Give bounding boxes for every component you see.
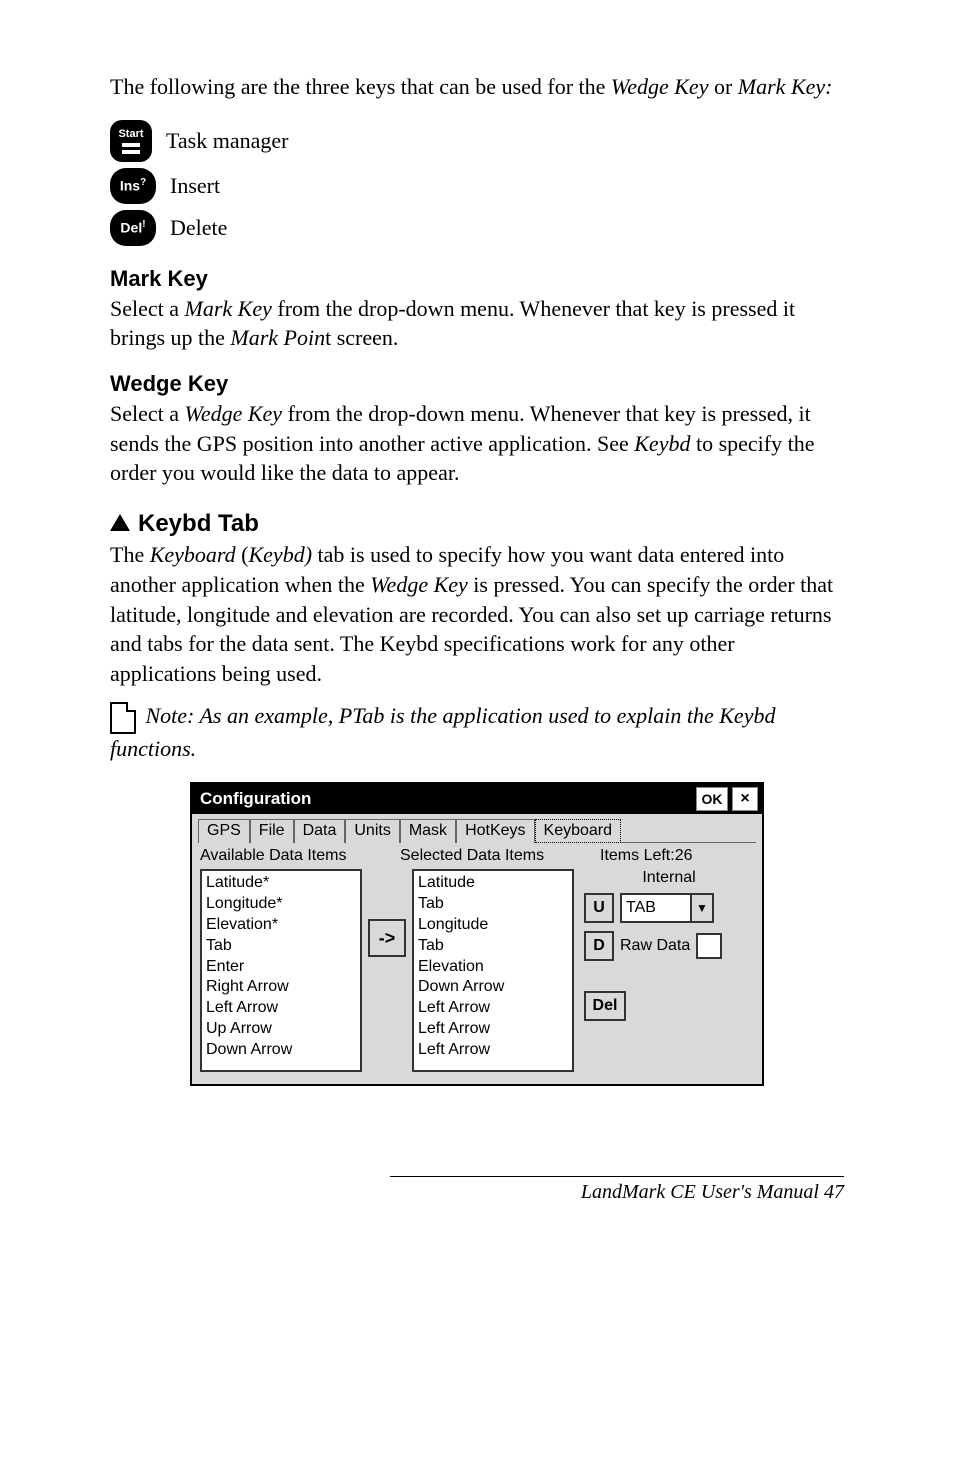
header-itemsleft: Items Left:26: [600, 847, 754, 865]
list-item[interactable]: Longitude: [418, 915, 568, 936]
note-paragraph: Note: As an example, PTab is the applica…: [110, 701, 844, 765]
start-key-label: Start: [118, 128, 143, 140]
combo-value: TAB: [622, 895, 690, 921]
tab-keyboard[interactable]: Keyboard: [535, 819, 622, 843]
tab-strip: GPS File Data Units Mask HotKeys Keyboar…: [192, 814, 762, 842]
list-item[interactable]: Left Arrow: [418, 1019, 568, 1040]
ok-button[interactable]: OK: [696, 787, 728, 811]
task-manager-label: Task manager: [166, 128, 288, 154]
intro-text: The following are the three keys that ca…: [110, 74, 611, 99]
list-item[interactable]: Elevation: [418, 957, 568, 978]
keybd-tab-heading: Keybd Tab: [110, 510, 844, 538]
list-item[interactable]: Tab: [206, 936, 356, 957]
delete-label: Delete: [170, 215, 227, 241]
list-item[interactable]: Elevation*: [206, 915, 356, 936]
titlebar: Configuration OK ×: [192, 784, 762, 814]
ins-key-icon: Ins?: [110, 168, 156, 204]
keybd-tab-paragraph: The Keyboard (Keybd) tab is used to spec…: [110, 540, 844, 688]
insert-label: Insert: [170, 173, 220, 199]
list-item[interactable]: Enter: [206, 957, 356, 978]
header-available: Available Data Items: [200, 847, 400, 865]
raw-data-label: Raw Data: [620, 937, 690, 955]
configuration-window: Configuration OK × GPS File Data Units M…: [190, 782, 764, 1086]
right-panel: Internal U TAB ▼ D Raw Data Del: [580, 869, 754, 1072]
key-item-ins: Ins? Insert: [110, 168, 844, 204]
tab-file[interactable]: File: [250, 819, 294, 843]
header-selected: Selected Data Items: [400, 847, 600, 865]
d-button[interactable]: D: [584, 931, 614, 961]
wedge-key-paragraph: Select a Wedge Key from the drop-down me…: [110, 399, 844, 488]
key-item-del: Del! Delete: [110, 210, 844, 246]
list-item[interactable]: Down Arrow: [418, 977, 568, 998]
list-item[interactable]: Latitude*: [206, 873, 356, 894]
list-item[interactable]: Up Arrow: [206, 1019, 356, 1040]
task-manager-icon: [121, 142, 141, 156]
raw-data-checkbox[interactable]: [696, 933, 722, 959]
intro-paragraph: The following are the three keys that ca…: [110, 72, 844, 102]
mark-key-heading: Mark Key: [110, 266, 844, 292]
key-item-start: Start Task manager: [110, 120, 844, 162]
tab-units[interactable]: Units: [345, 819, 399, 843]
u-button[interactable]: U: [584, 893, 614, 923]
note-text: Note: As an example, PTab is the applica…: [110, 703, 775, 761]
note-icon: [110, 702, 136, 734]
chevron-down-icon[interactable]: ▼: [690, 895, 712, 921]
intro-mark: Mark Key:: [738, 74, 833, 99]
list-item[interactable]: Left Arrow: [206, 998, 356, 1019]
list-item[interactable]: Tab: [418, 936, 568, 957]
mark-key-paragraph: Select a Mark Key from the drop-down men…: [110, 294, 844, 353]
tab-gps[interactable]: GPS: [198, 819, 250, 843]
start-key-icon: Start: [110, 120, 152, 162]
list-item[interactable]: Longitude*: [206, 894, 356, 915]
tab-hotkeys[interactable]: HotKeys: [456, 819, 534, 843]
available-listbox[interactable]: Latitude* Longitude* Elevation* Tab Ente…: [200, 869, 362, 1072]
del-key-icon: Del!: [110, 210, 156, 246]
window-title: Configuration: [196, 789, 692, 809]
list-item[interactable]: Tab: [418, 894, 568, 915]
list-item[interactable]: Latitude: [418, 873, 568, 894]
list-item[interactable]: Left Arrow: [418, 998, 568, 1019]
list-item[interactable]: Right Arrow: [206, 977, 356, 998]
triangle-icon: [110, 514, 130, 531]
key-icon-list: Start Task manager Ins? Insert Del! Dele…: [110, 120, 844, 246]
page-footer: LandMark CE User's Manual 47: [390, 1176, 844, 1204]
tab-data[interactable]: Data: [294, 819, 346, 843]
tab-combo[interactable]: TAB ▼: [620, 893, 714, 923]
tab-mask[interactable]: Mask: [400, 819, 456, 843]
column-headers: Available Data Items Selected Data Items…: [192, 843, 762, 869]
list-item[interactable]: Left Arrow: [418, 1040, 568, 1061]
ins-key-label: Ins?: [120, 177, 146, 194]
del-button[interactable]: Del: [584, 991, 626, 1021]
intro-or: or: [708, 74, 737, 99]
del-key-label: Del!: [120, 219, 145, 236]
list-item[interactable]: Down Arrow: [206, 1040, 356, 1061]
intro-wedge: Wedge Key: [611, 74, 709, 99]
close-button[interactable]: ×: [732, 787, 758, 811]
move-right-button[interactable]: ->: [368, 919, 406, 957]
selected-listbox[interactable]: Latitude Tab Longitude Tab Elevation Dow…: [412, 869, 574, 1072]
internal-label: Internal: [584, 869, 754, 887]
wedge-key-heading: Wedge Key: [110, 371, 844, 397]
